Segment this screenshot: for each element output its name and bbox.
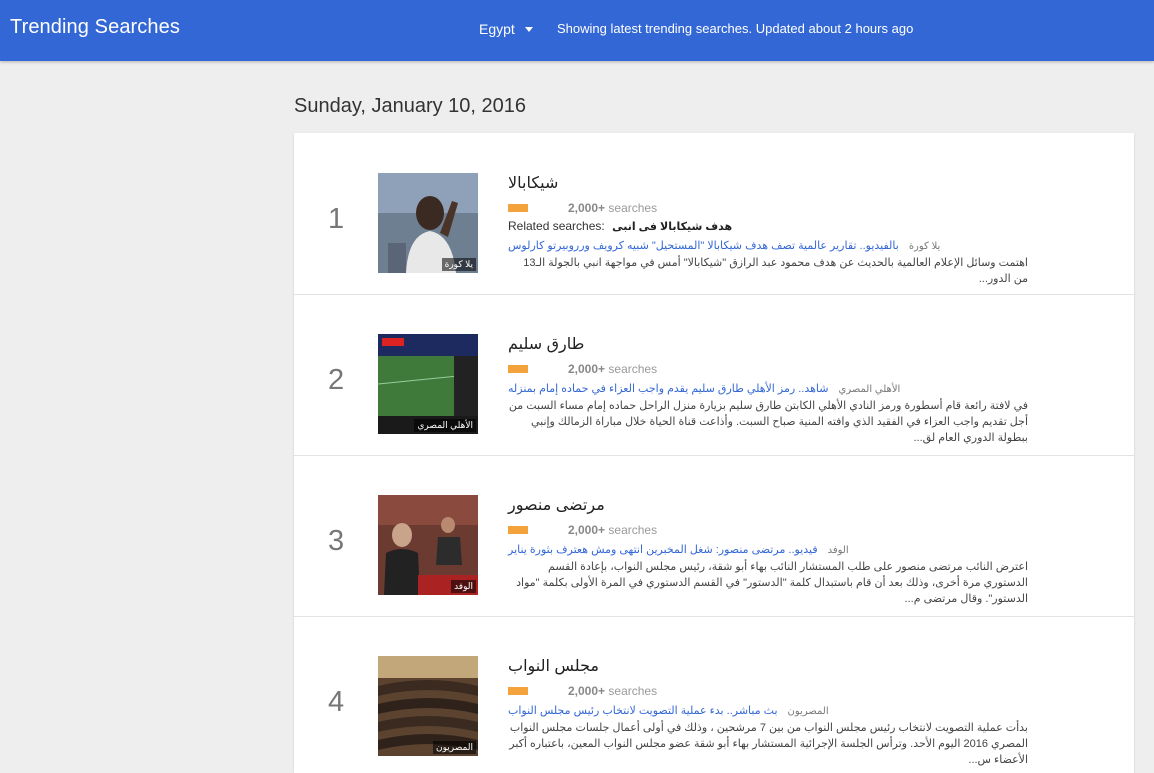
- article-source: الوفد: [827, 545, 849, 556]
- related-label: Related searches:: [508, 219, 605, 233]
- search-volume: 2,000+ searches: [508, 362, 1048, 376]
- article-source: المصريون: [787, 706, 829, 717]
- volume-bar: [508, 365, 528, 373]
- trend-query-link[interactable]: مجلس النواب: [508, 656, 1048, 676]
- article-title-link[interactable]: بث مباشر.. بدء عملية التصويت لانتخاب رئي…: [508, 704, 778, 717]
- article-source: يلا كورة: [908, 241, 941, 252]
- trend-content: مجلس النواب 2,000+ searches بث مباشر.. ب…: [508, 656, 1048, 768]
- trend-rank: 4: [328, 686, 345, 718]
- thumbnail-source-tag: الأهلي المصري: [414, 419, 476, 432]
- article-snippet: بدأت عملية التصويت لانتخاب رئيس مجلس الن…: [509, 722, 1028, 766]
- thumbnail-source-tag: المصريون: [433, 741, 476, 754]
- trend-rank: 1: [328, 203, 345, 235]
- news-article: شاهد.. رمز الأهلي طارق سليم يقدم واجب ال…: [508, 382, 1048, 395]
- article-snippet: اعترض النائب مرتضى منصور على طلب المستشا…: [516, 561, 1028, 605]
- trend-item: 2 الأهلي المصري طارق سليم 2,000+ searche…: [294, 294, 1134, 456]
- trend-query-link[interactable]: مرتضى منصور: [508, 495, 1048, 515]
- article-title-link[interactable]: بالفيديو.. تقارير عالمية تصف هدف شيكابال…: [508, 239, 899, 252]
- thumbnail-source-tag: الوفد: [451, 580, 476, 593]
- article-source: الأهلي المصري: [838, 384, 901, 395]
- trend-item: 3 الوفد مرتضى منصور 2,000+ searches فيدي…: [294, 455, 1134, 617]
- trend-content: مرتضى منصور 2,000+ searches فيديو.. مرتض…: [508, 495, 1048, 607]
- country-selector[interactable]: Egypt: [479, 21, 533, 37]
- trend-thumbnail[interactable]: المصريون: [378, 656, 478, 756]
- volume-count: 2,000+: [568, 201, 606, 215]
- dropdown-caret-icon[interactable]: [524, 27, 533, 32]
- related-searches: Related searches: هدف شيكابالا فى انبى: [508, 219, 1048, 233]
- trend-rank: 3: [328, 525, 345, 557]
- article-snippet: اهتمت وسائل الإعلام العالمية بالحديث عن …: [523, 257, 1028, 285]
- trend-item: 4 المصريون مجلس النواب 2,000+ searches ب…: [294, 616, 1134, 773]
- search-volume: 2,000+ searches: [508, 523, 1048, 537]
- thumbnail-source-tag: يلا كورة: [441, 258, 476, 271]
- volume-bar: [508, 687, 528, 695]
- trend-thumbnail[interactable]: الأهلي المصري: [378, 334, 478, 434]
- date-heading: Sunday, January 10, 2016: [294, 95, 527, 117]
- trend-item: 1 يلا كورة شيكابالا 2,000+ searches Rela…: [294, 133, 1134, 295]
- search-volume: 2,000+ searches: [508, 201, 1048, 215]
- news-article: بالفيديو.. تقارير عالمية تصف هدف شيكابال…: [508, 239, 1048, 252]
- news-article: فيديو.. مرتضى منصور: شغل المخبرين انتهى …: [508, 543, 1048, 556]
- search-volume: 2,000+ searches: [508, 684, 1048, 698]
- volume-suffix: searches: [608, 201, 658, 215]
- trend-content: طارق سليم 2,000+ searches شاهد.. رمز الأ…: [508, 334, 1048, 446]
- article-title-link[interactable]: شاهد.. رمز الأهلي طارق سليم يقدم واجب ال…: [508, 382, 829, 395]
- volume-count: 2,000+: [568, 523, 606, 537]
- volume-suffix: searches: [608, 362, 658, 376]
- volume-suffix: searches: [608, 684, 658, 698]
- related-search-link[interactable]: هدف شيكابالا فى انبى: [612, 221, 732, 233]
- trend-query-link[interactable]: شيكابالا: [508, 173, 1048, 193]
- volume-bar: [508, 526, 528, 534]
- trend-query-link[interactable]: طارق سليم: [508, 334, 1048, 354]
- country-label: Egypt: [479, 21, 515, 37]
- update-status: Showing latest trending searches. Update…: [557, 21, 914, 36]
- volume-bar: [508, 204, 528, 212]
- trend-thumbnail[interactable]: يلا كورة: [378, 173, 478, 273]
- app-title[interactable]: Trending Searches: [10, 16, 180, 39]
- volume-suffix: searches: [608, 523, 658, 537]
- trends-card: 1 يلا كورة شيكابالا 2,000+ searches Rela…: [294, 133, 1134, 773]
- volume-count: 2,000+: [568, 362, 606, 376]
- top-bar: Trending Searches Egypt Showing latest t…: [0, 0, 1154, 61]
- article-title-link[interactable]: فيديو.. مرتضى منصور: شغل المخبرين انتهى …: [508, 543, 818, 556]
- volume-count: 2,000+: [568, 684, 606, 698]
- trend-thumbnail[interactable]: الوفد: [378, 495, 478, 595]
- article-snippet: في لافتة رائعة قام أسطورة ورمز النادي ال…: [508, 400, 1028, 444]
- trend-rank: 2: [328, 364, 345, 396]
- news-article: بث مباشر.. بدء عملية التصويت لانتخاب رئي…: [508, 704, 1048, 717]
- trend-content: شيكابالا 2,000+ searches Related searche…: [508, 173, 1048, 287]
